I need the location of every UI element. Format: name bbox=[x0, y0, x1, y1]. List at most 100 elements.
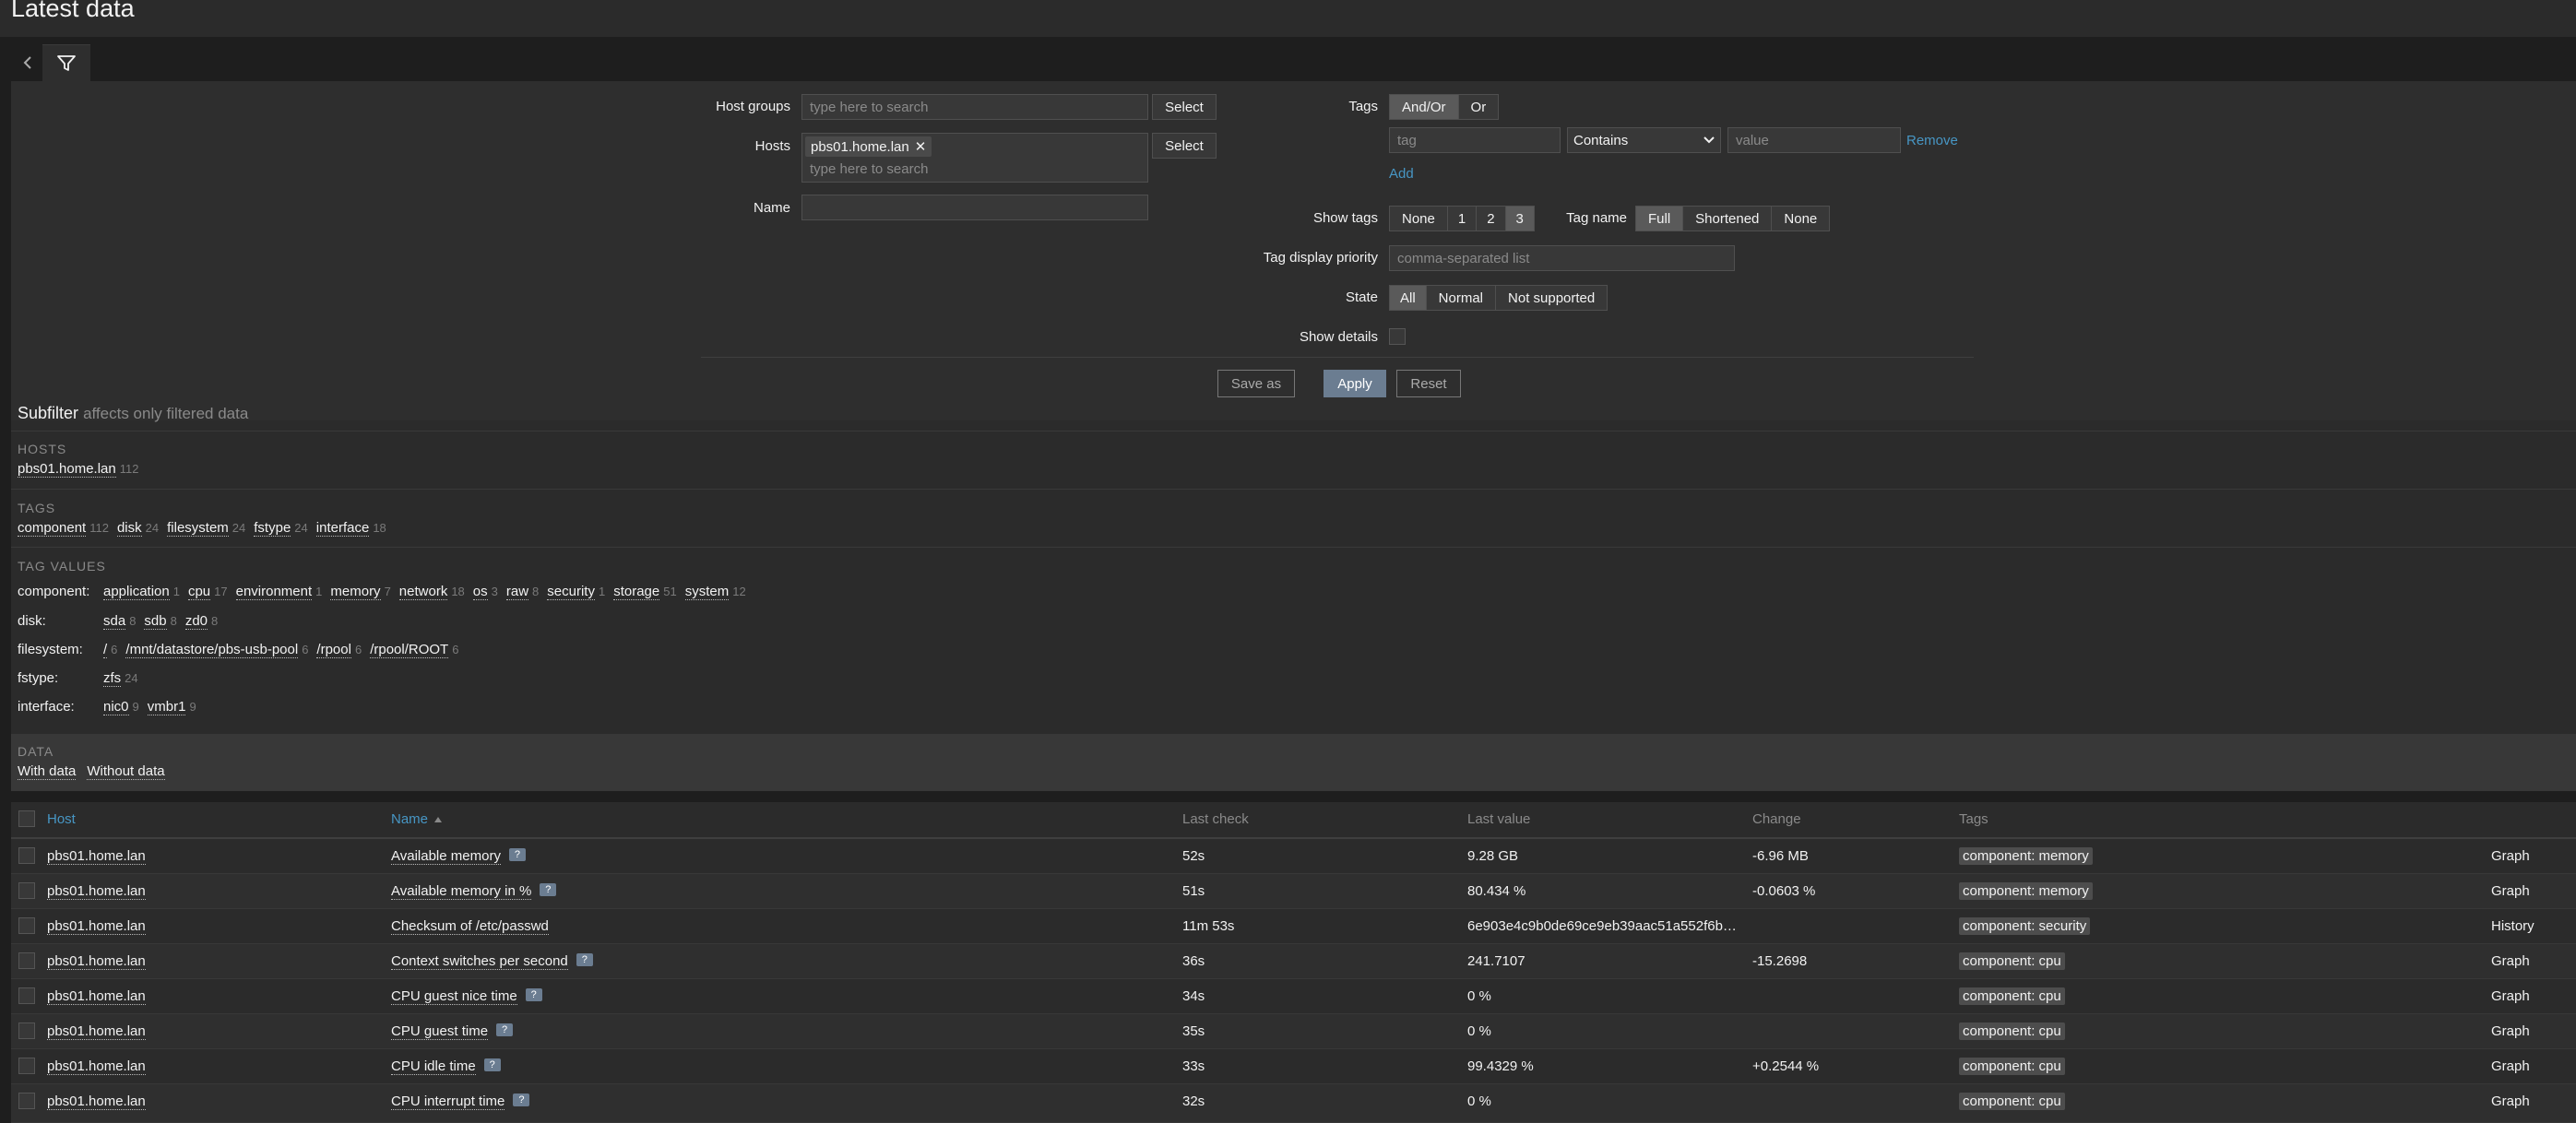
row-name-label[interactable]: Context switches per second bbox=[391, 953, 568, 970]
help-icon[interactable]: ? bbox=[496, 1023, 514, 1037]
row-checkbox[interactable] bbox=[18, 987, 35, 1004]
select-all-checkbox[interactable] bbox=[18, 810, 35, 827]
with-data-option[interactable]: With data bbox=[18, 763, 77, 780]
help-icon[interactable]: ? bbox=[513, 1093, 530, 1107]
tag-value-item[interactable]: raw 8 bbox=[505, 584, 539, 600]
row-host[interactable]: pbs01.home.lan bbox=[47, 988, 146, 1005]
row-action-link[interactable]: History bbox=[2491, 918, 2534, 934]
tag-value-item[interactable]: sda 8 bbox=[103, 613, 136, 630]
row-tag[interactable]: component: cpu bbox=[1959, 1058, 2065, 1075]
row-name-label[interactable]: Available memory in % bbox=[391, 883, 532, 900]
tag-value-item[interactable]: zd0 8 bbox=[184, 613, 218, 630]
row-action-link[interactable]: Graph bbox=[2491, 988, 2530, 1004]
tag-value-item[interactable]: sdb 8 bbox=[144, 613, 177, 630]
row-name-label[interactable]: CPU interrupt time bbox=[391, 1093, 505, 1110]
tag-value-item[interactable]: cpu 17 bbox=[187, 584, 228, 600]
subfilter-tag-item[interactable]: component 112 bbox=[18, 520, 109, 537]
subfilter-tag-item[interactable]: disk 24 bbox=[116, 520, 159, 537]
subfilter-tag-item[interactable]: interface 18 bbox=[315, 520, 386, 537]
row-checkbox[interactable] bbox=[18, 1023, 35, 1039]
tag-name-none[interactable]: None bbox=[1771, 206, 1831, 231]
row-host[interactable]: pbs01.home.lan bbox=[47, 918, 146, 935]
tag-value-item[interactable]: /mnt/datastore/pbs-usb-pool 6 bbox=[125, 642, 308, 658]
column-header-host[interactable]: Host bbox=[47, 811, 76, 827]
row-action-link[interactable]: Graph bbox=[2491, 848, 2530, 864]
row-action-link[interactable]: Graph bbox=[2491, 953, 2530, 969]
state-normal[interactable]: Normal bbox=[1425, 285, 1497, 311]
filter-tab[interactable] bbox=[42, 44, 90, 82]
row-action-link[interactable]: Graph bbox=[2491, 1058, 2530, 1074]
row-checkbox[interactable] bbox=[18, 1093, 35, 1109]
subfilter-tag-item[interactable]: fstype 24 bbox=[254, 520, 308, 537]
row-action-link[interactable]: Graph bbox=[2491, 883, 2530, 899]
row-tag[interactable]: component: security bbox=[1959, 917, 2091, 935]
tag-value-item[interactable]: environment 1 bbox=[235, 584, 322, 600]
tag-value-item[interactable]: memory 7 bbox=[330, 584, 391, 600]
row-tag[interactable]: component: cpu bbox=[1959, 987, 2065, 1005]
row-host[interactable]: pbs01.home.lan bbox=[47, 1093, 146, 1110]
tag-value-item[interactable]: os 3 bbox=[472, 584, 498, 600]
without-data-option[interactable]: Without data bbox=[87, 763, 165, 780]
column-header-name[interactable]: Name bbox=[391, 811, 443, 827]
reset-button[interactable]: Reset bbox=[1396, 370, 1461, 397]
apply-button[interactable]: Apply bbox=[1324, 370, 1386, 397]
help-icon[interactable]: ? bbox=[576, 953, 593, 967]
tags-mode-or[interactable]: Or bbox=[1457, 94, 1500, 120]
tag-value-item[interactable]: /6 bbox=[103, 642, 117, 658]
tag-name-full[interactable]: Full bbox=[1635, 206, 1684, 231]
hosts-select-button[interactable]: Select bbox=[1152, 133, 1217, 159]
tag-operator-select[interactable]: Contains bbox=[1567, 127, 1721, 153]
subfilter-host-item[interactable]: pbs01.home.lan 112 bbox=[18, 461, 138, 478]
row-checkbox[interactable] bbox=[18, 952, 35, 969]
tag-value-item[interactable]: nic0 9 bbox=[103, 699, 139, 715]
collapse-filter-button[interactable] bbox=[11, 44, 44, 81]
show-tags-2[interactable]: 2 bbox=[1476, 206, 1506, 231]
row-tag[interactable]: component: cpu bbox=[1959, 1023, 2065, 1040]
close-icon[interactable]: ✕ bbox=[915, 138, 927, 155]
tag-priority-input[interactable] bbox=[1389, 245, 1735, 271]
tag-value-item[interactable]: /rpool/ROOT 6 bbox=[370, 642, 458, 658]
show-details-checkbox[interactable] bbox=[1389, 328, 1406, 345]
row-name-label[interactable]: CPU guest time bbox=[391, 1023, 489, 1040]
name-input[interactable] bbox=[801, 195, 1148, 220]
row-action-link[interactable]: Graph bbox=[2491, 1023, 2530, 1039]
host-groups-input[interactable] bbox=[801, 94, 1148, 120]
state-all[interactable]: All bbox=[1389, 285, 1427, 311]
row-checkbox[interactable] bbox=[18, 847, 35, 864]
help-icon[interactable]: ? bbox=[508, 848, 526, 862]
row-host[interactable]: pbs01.home.lan bbox=[47, 1058, 146, 1075]
row-name-label[interactable]: CPU idle time bbox=[391, 1058, 476, 1075]
row-tag[interactable]: component: memory bbox=[1959, 847, 2093, 865]
row-name-label[interactable]: Available memory bbox=[391, 848, 501, 865]
hosts-search-input[interactable] bbox=[802, 158, 1146, 180]
row-host[interactable]: pbs01.home.lan bbox=[47, 1023, 146, 1040]
tag-value-item[interactable]: system 12 bbox=[684, 584, 746, 600]
row-host[interactable]: pbs01.home.lan bbox=[47, 848, 146, 865]
remove-tag-link[interactable]: Remove bbox=[1906, 133, 1958, 148]
row-checkbox[interactable] bbox=[18, 1058, 35, 1074]
help-icon[interactable]: ? bbox=[525, 988, 542, 1002]
row-name-label[interactable]: CPU guest nice time bbox=[391, 988, 517, 1005]
row-host[interactable]: pbs01.home.lan bbox=[47, 883, 146, 900]
row-name-label[interactable]: Checksum of /etc/passwd bbox=[391, 918, 549, 935]
tag-value-item[interactable]: security 1 bbox=[547, 584, 605, 600]
save-as-button[interactable]: Save as bbox=[1217, 370, 1295, 397]
show-tags-none[interactable]: None bbox=[1389, 206, 1448, 231]
state-not-supported[interactable]: Not supported bbox=[1495, 285, 1609, 311]
tag-input[interactable] bbox=[1389, 127, 1561, 153]
row-tag[interactable]: component: cpu bbox=[1959, 1093, 2065, 1110]
help-icon[interactable]: ? bbox=[540, 883, 557, 897]
add-tag-link[interactable]: Add bbox=[1389, 166, 1414, 182]
row-tag[interactable]: component: cpu bbox=[1959, 952, 2065, 970]
subfilter-tag-item[interactable]: filesystem 24 bbox=[167, 520, 245, 537]
tag-value-item[interactable]: application 1 bbox=[103, 584, 180, 600]
tag-value-item[interactable]: storage 51 bbox=[613, 584, 677, 600]
row-host[interactable]: pbs01.home.lan bbox=[47, 953, 146, 970]
tag-name-shortened[interactable]: Shortened bbox=[1682, 206, 1773, 231]
help-icon[interactable]: ? bbox=[483, 1058, 501, 1072]
row-tag[interactable]: component: memory bbox=[1959, 882, 2093, 900]
tag-value-item[interactable]: vmbr1 9 bbox=[147, 699, 196, 715]
show-tags-1[interactable]: 1 bbox=[1446, 206, 1478, 231]
tag-value-item[interactable]: zfs 24 bbox=[103, 670, 138, 687]
row-checkbox[interactable] bbox=[18, 882, 35, 899]
